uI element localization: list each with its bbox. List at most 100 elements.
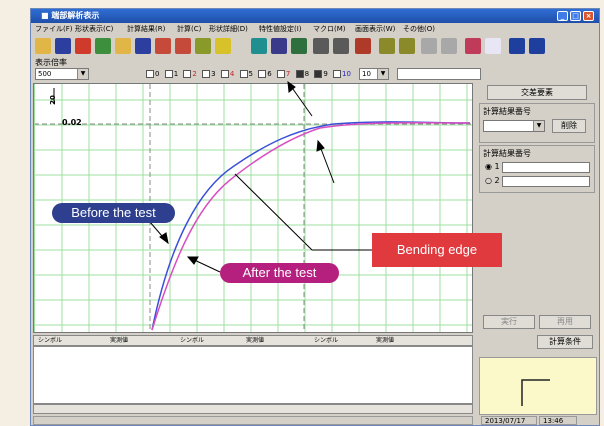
menu-property[interactable]: 特性値設定(I) bbox=[259, 23, 302, 35]
radio-option-2[interactable]: ○ 2 bbox=[485, 176, 500, 185]
channel-label: 2 bbox=[192, 70, 197, 78]
print-icon[interactable] bbox=[271, 38, 287, 54]
result-number-select[interactable]: ▼ bbox=[483, 120, 545, 132]
window-title: ■ 端部解析表示 bbox=[41, 11, 100, 20]
number-select-value: 10 bbox=[362, 70, 371, 78]
channel-checkbox-5[interactable] bbox=[239, 70, 248, 78]
calc-condition-button[interactable]: 計算条件 bbox=[537, 335, 593, 349]
callout-after-test: After the test bbox=[220, 263, 339, 283]
grid-icon[interactable] bbox=[441, 38, 457, 54]
menu-bar: ファイル(F) 形状表示(C) 計算結果(R) 計算(C) 形状詳細(D) 特性… bbox=[31, 23, 599, 35]
zoom-select[interactable]: 500 ▼ bbox=[35, 68, 89, 80]
table-header-measured: 実測値 bbox=[110, 337, 129, 344]
status-message bbox=[33, 416, 473, 425]
y-axis-label-1: 20 bbox=[48, 95, 57, 105]
zoom-value: 500 bbox=[38, 70, 52, 78]
channel-checkbox-6[interactable] bbox=[258, 70, 267, 78]
filter-icon[interactable] bbox=[251, 38, 267, 54]
channel-label: 3 bbox=[211, 70, 216, 78]
results-table[interactable] bbox=[33, 346, 473, 404]
chevron-down-icon[interactable]: ▼ bbox=[77, 69, 88, 79]
channel-checkbox-3[interactable] bbox=[202, 70, 211, 78]
delete-icon[interactable] bbox=[75, 38, 91, 54]
radio-option-1[interactable]: ◉ 1 bbox=[485, 162, 500, 171]
grid-icon[interactable] bbox=[421, 38, 437, 54]
table-header-symbol: シンボル bbox=[180, 337, 205, 344]
chevron-down-icon[interactable]: ▼ bbox=[377, 69, 388, 79]
special-icon[interactable] bbox=[465, 38, 481, 54]
status-time: 13:46 bbox=[539, 416, 577, 425]
close-button[interactable]: × bbox=[583, 11, 594, 21]
channel-checkbox-8[interactable] bbox=[295, 70, 304, 78]
tool-icon[interactable] bbox=[175, 38, 191, 54]
table-header-symbol: シンボル bbox=[38, 337, 63, 344]
copy-icon[interactable] bbox=[355, 38, 371, 54]
menu-view[interactable]: 画面表示(W) bbox=[355, 23, 395, 35]
paste-icon[interactable] bbox=[399, 38, 415, 54]
bmp-icon[interactable] bbox=[333, 38, 349, 54]
shape-preview bbox=[479, 357, 597, 415]
result-group-1: 計算結果番号 ▼ 削除 bbox=[479, 103, 595, 143]
result-number-label-1: 計算結果番号 bbox=[483, 107, 531, 116]
channel-checkbox-2[interactable] bbox=[183, 70, 192, 78]
channel-label: 0 bbox=[155, 70, 160, 78]
image-icon[interactable] bbox=[291, 38, 307, 54]
before-test-curve bbox=[151, 121, 471, 331]
tool-icon[interactable] bbox=[195, 38, 211, 54]
table-header-measured: 実測値 bbox=[376, 337, 395, 344]
channel-label: 4 bbox=[229, 70, 235, 78]
callout-bending-edge: Bending edge bbox=[372, 233, 502, 267]
status-date: 2013/07/17 bbox=[481, 416, 537, 425]
intersect-element-button[interactable]: 交差要素 bbox=[487, 85, 587, 100]
channel-checkbox-1[interactable] bbox=[164, 70, 173, 78]
undo-icon[interactable] bbox=[485, 38, 501, 54]
open-folder-icon[interactable] bbox=[35, 38, 51, 54]
radio-label-1: 1 bbox=[494, 162, 500, 171]
channel-label: 8 bbox=[304, 70, 310, 78]
channel-checkbox-7[interactable] bbox=[276, 70, 285, 78]
result-number-label-2: 計算結果番号 bbox=[483, 149, 531, 158]
chevron-down-icon[interactable]: ▼ bbox=[533, 121, 544, 131]
tool-icon[interactable] bbox=[155, 38, 171, 54]
channel-checkbox-0[interactable] bbox=[146, 70, 154, 78]
menu-calc-result[interactable]: 計算結果(R) bbox=[127, 23, 165, 35]
y-axis-label-2: 0.02 bbox=[62, 118, 82, 127]
function-icon[interactable] bbox=[215, 38, 231, 54]
channel-checkbox-4[interactable] bbox=[220, 70, 229, 78]
zoom-label: 表示倍率 bbox=[35, 58, 67, 67]
minimize-button[interactable]: _ bbox=[557, 11, 568, 21]
status-bar: 2013/07/17 13:46 bbox=[31, 415, 599, 426]
menu-macro[interactable]: マクロ(M) bbox=[313, 23, 346, 35]
menu-calc[interactable]: 計算(C) bbox=[177, 23, 201, 35]
number-select[interactable]: 10 ▼ bbox=[359, 68, 389, 80]
menu-shape-display[interactable]: 形状表示(C) bbox=[75, 23, 113, 35]
delete-button[interactable]: 削除 bbox=[552, 119, 586, 133]
open-folder-icon[interactable] bbox=[115, 38, 131, 54]
bmp-icon[interactable] bbox=[313, 38, 329, 54]
paste-icon[interactable] bbox=[379, 38, 395, 54]
value-field[interactable] bbox=[397, 68, 481, 80]
reuse-button[interactable]: 再用 bbox=[539, 315, 591, 329]
radio-label-2: 2 bbox=[494, 176, 500, 185]
menu-shape-detail[interactable]: 形状詳細(D) bbox=[209, 23, 248, 35]
window-icon[interactable] bbox=[529, 38, 545, 54]
menu-other[interactable]: その他(O) bbox=[403, 23, 435, 35]
save-icon[interactable] bbox=[135, 38, 151, 54]
channel-label: 1 bbox=[173, 70, 179, 78]
maximize-button[interactable]: □ bbox=[570, 11, 581, 21]
horizontal-scrollbar[interactable] bbox=[33, 404, 473, 414]
menu-file[interactable]: ファイル(F) bbox=[35, 23, 73, 35]
chart-icon[interactable] bbox=[95, 38, 111, 54]
run-button[interactable]: 実行 bbox=[483, 315, 535, 329]
channel-label: 9 bbox=[323, 70, 328, 78]
right-panel: 交差要素 計算結果番号 ▼ 削除 計算結果番号 ◉ 1 ○ 2 実行 再用 計算… bbox=[479, 83, 597, 357]
channel-label: 7 bbox=[285, 70, 291, 78]
channel-checkboxes: 0 1 2 3 4 5 6 7 8 9 10 bbox=[143, 68, 351, 80]
channel-label: 6 bbox=[267, 70, 272, 78]
save-icon[interactable] bbox=[55, 38, 71, 54]
channel-checkbox-9[interactable] bbox=[314, 70, 323, 78]
window-icon[interactable] bbox=[509, 38, 525, 54]
channel-checkbox-10[interactable] bbox=[333, 70, 342, 78]
result-field-1[interactable] bbox=[502, 162, 590, 173]
result-field-2[interactable] bbox=[502, 176, 590, 187]
